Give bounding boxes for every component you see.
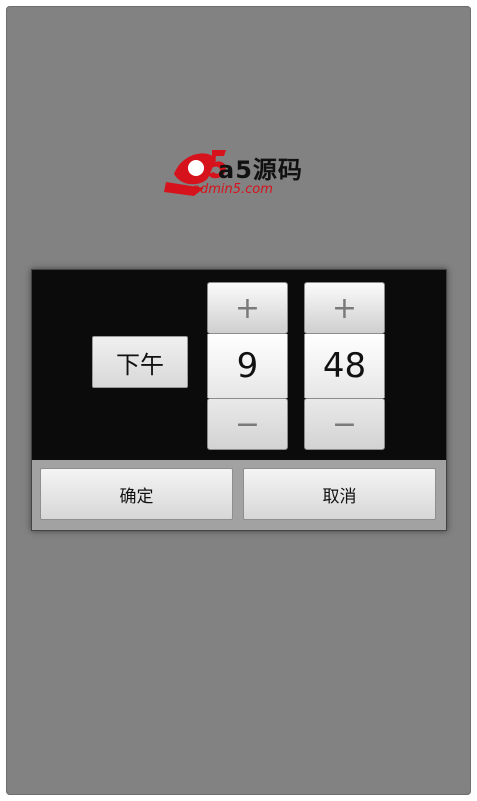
dialog-button-bar: 确定 取消 — [32, 460, 446, 530]
logo-text: a5源码 — [218, 156, 303, 184]
minute-value[interactable]: 48 — [304, 334, 385, 398]
hour-decrement-button[interactable]: − — [207, 398, 288, 450]
plus-icon: + — [234, 290, 261, 326]
plus-icon: + — [331, 290, 358, 326]
hour-value[interactable]: 9 — [207, 334, 288, 398]
minus-icon: − — [331, 406, 358, 442]
time-picker-dialog: 下午 + 9 − + 48 − 确定 取消 — [31, 269, 447, 531]
hour-spinner: + 9 − — [207, 282, 288, 450]
minute-spinner: + 48 − — [304, 282, 385, 450]
cancel-button[interactable]: 取消 — [243, 468, 436, 520]
confirm-button[interactable]: 确定 — [40, 468, 233, 520]
minute-increment-button[interactable]: + — [304, 282, 385, 334]
minute-decrement-button[interactable]: − — [304, 398, 385, 450]
ampm-toggle-button[interactable]: 下午 — [92, 336, 188, 388]
time-picker: 下午 + 9 − + 48 − — [32, 270, 446, 460]
phone-screen: a5源码 admin5.com 下午 + 9 − + 48 − 确定 取消 — [6, 6, 471, 795]
minus-icon: − — [234, 406, 261, 442]
hour-increment-button[interactable]: + — [207, 282, 288, 334]
logo-domain: admin5.com — [192, 182, 273, 197]
